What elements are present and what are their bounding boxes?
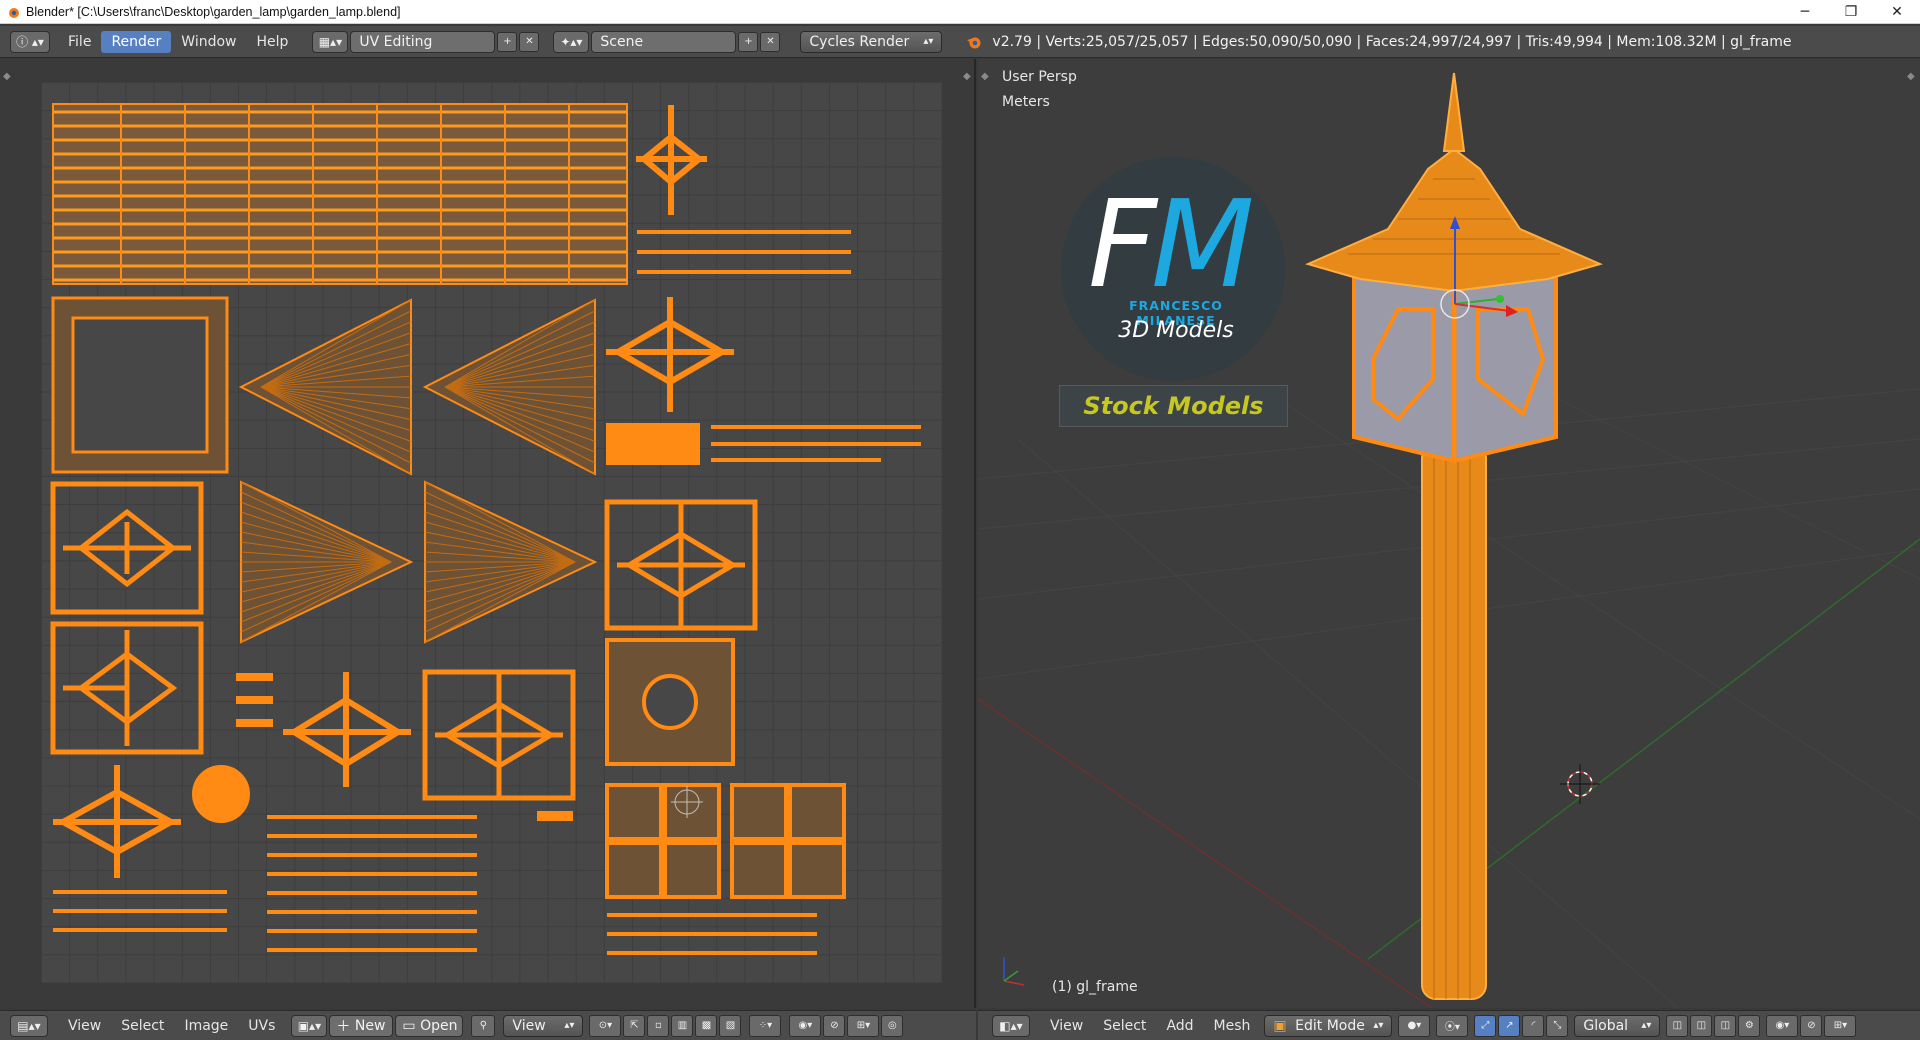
lamp-finial (1442, 72, 1466, 152)
uv-view-select[interactable]: View ▴▾ (503, 1014, 584, 1037)
logo-subtitle: 3D Models (1118, 318, 1234, 343)
region-toggle-right-icon[interactable]: ◆ (963, 71, 971, 82)
chevron-updown-icon: ▴▾ (564, 1020, 575, 1031)
translate-icon[interactable]: ↗ (1498, 1014, 1521, 1037)
blender-logo-icon (967, 37, 981, 48)
uv-menu-image[interactable]: Image (174, 1018, 238, 1034)
logo-fm: FM (1088, 176, 1255, 315)
info-header: ⓘ ▴▾ File Render Window Help ▦▴▾ UV Edit… (0, 26, 1920, 58)
window-titlebar: Blender* [C:\Users\franc\Desktop\garden_… (0, 0, 1920, 24)
island-select-icon[interactable]: ▧ (719, 1014, 742, 1037)
chevron-updown-icon: ▴▾ (923, 36, 934, 47)
add-layout-icon[interactable]: + (497, 31, 518, 52)
open-image-button[interactable]: ▭ Open (395, 1014, 464, 1037)
remove-scene-icon[interactable]: ✕ (760, 31, 781, 52)
3d-cursor-icon (1560, 764, 1600, 804)
view-axis-widget-icon (1003, 957, 1025, 986)
view-perspective-label: User Persp (1002, 69, 1077, 85)
new-image-button[interactable]: ＋ New (329, 1014, 394, 1037)
viewport-shading-icon[interactable]: ●▾ (1398, 1014, 1431, 1037)
screen-layout-field[interactable]: UV Editing (350, 30, 496, 53)
region-toggle-left-icon[interactable]: ◆ (3, 71, 11, 82)
orientation-label: Global (1583, 1017, 1629, 1034)
lamp-pole[interactable] (1421, 443, 1487, 1000)
stock-models-banner: Stock Models (1059, 385, 1288, 427)
active-object-label: (1) gl_frame (1052, 979, 1138, 995)
manipulator-toggle-icon[interactable]: ⤢ (1474, 1014, 1497, 1037)
vp-menu-mesh[interactable]: Mesh (1204, 1018, 1261, 1034)
chevron-updown-icon: ▴▾ (1641, 1020, 1652, 1031)
add-scene-icon[interactable]: + (738, 31, 759, 52)
folder-icon: ▭ (402, 1017, 421, 1034)
open-image-label: Open (420, 1017, 458, 1034)
menu-file[interactable]: File (58, 31, 101, 53)
proportional-edit-icon[interactable]: ◉▾ (1766, 1014, 1799, 1037)
transform-orientation-select[interactable]: Global ▴▾ (1574, 1014, 1661, 1037)
edge-select-icon[interactable]: ▥ (671, 1014, 694, 1037)
blender-logo-icon (9, 7, 19, 18)
menu-render[interactable]: Render (101, 30, 172, 53)
editor-type-image-icon[interactable]: ▤▴▾ (10, 1014, 48, 1037)
maximize-button[interactable]: ❐ (1828, 0, 1874, 24)
scene-field[interactable]: Scene (591, 30, 737, 53)
minimize-button[interactable]: ─ (1782, 0, 1828, 24)
rotate-icon[interactable]: ◜ (1522, 1014, 1545, 1037)
mode-label: Edit Mode (1295, 1017, 1365, 1034)
uv-menu-view[interactable]: View (58, 1018, 111, 1034)
uv-menu-uvs[interactable]: UVs (238, 1018, 285, 1034)
editor-type-info-icon[interactable]: ⓘ ▴▾ (10, 30, 50, 53)
mode-select[interactable]: ▣ Edit Mode ▴▾ (1264, 1014, 1393, 1037)
remove-layout-icon[interactable]: ✕ (519, 31, 540, 52)
pivot-point-icon[interactable]: ⦿▾ (1436, 1014, 1469, 1037)
pin-icon[interactable]: ⚲ (471, 1014, 496, 1037)
editor-type-3dview-icon[interactable]: ◧▴▾ (992, 1014, 1030, 1037)
scene-statistics: v2.79 | Verts:25,057/25,057 | Edges:50,0… (992, 33, 1792, 50)
edge-select-mode-icon[interactable]: ◫ (1690, 1014, 1713, 1037)
units-label: Meters (1002, 94, 1050, 110)
pivot-icon[interactable]: ⊙▾ (589, 1014, 622, 1037)
face-select-icon[interactable]: ▩ (695, 1014, 718, 1037)
uv-menu-select[interactable]: Select (111, 1018, 174, 1034)
uv-view-label: View (512, 1017, 546, 1034)
vertex-select-icon[interactable]: ▫ (647, 1014, 670, 1037)
limit-selection-icon[interactable]: ⚙ (1738, 1014, 1761, 1037)
vp-menu-select[interactable]: Select (1093, 1018, 1156, 1034)
render-engine-label: Cycles Render (809, 33, 910, 50)
snap-icon[interactable]: ⊘ (823, 1014, 846, 1037)
scale-icon[interactable]: ⤡ (1546, 1014, 1569, 1037)
uv-editor-footer: ▤▴▾ View Select Image UVs ▣▴▾ ＋ New ▭ Op… (0, 1010, 976, 1040)
menu-help[interactable]: Help (246, 31, 298, 53)
uv-grid[interactable] (41, 82, 942, 983)
sticky-select-icon[interactable]: ⁘▾ (749, 1014, 782, 1037)
snap-element-icon[interactable]: ⊞▾ (1824, 1014, 1857, 1037)
x-axis-line (978, 698, 1434, 1008)
scene-icon[interactable]: ✦▴▾ (553, 30, 590, 53)
vertex-select-mode-icon[interactable]: ◫ (1666, 1014, 1689, 1037)
viewport-pie-icon[interactable]: ◎ (881, 1014, 904, 1037)
plus-icon: ＋ (336, 1018, 355, 1035)
chevron-updown-icon: ▴▾ (1373, 1020, 1384, 1031)
image-browse-icon[interactable]: ▣▴▾ (291, 1014, 328, 1037)
vp-menu-view[interactable]: View (1040, 1018, 1093, 1034)
region-toggle-left-icon[interactable]: ◆ (981, 71, 989, 82)
proportional-edit-icon[interactable]: ◉▾ (789, 1014, 822, 1037)
close-button[interactable]: ✕ (1874, 0, 1920, 24)
render-engine-select[interactable]: Cycles Render ▴▾ (800, 30, 943, 53)
menu-window[interactable]: Window (171, 31, 246, 53)
screen-layout-icon[interactable]: ▦▴▾ (312, 30, 349, 53)
snap-element-icon[interactable]: ⊞▾ (847, 1014, 880, 1037)
snap-toggle-icon[interactable]: ⊘ (1800, 1014, 1823, 1037)
window-title: Blender* [C:\Users\franc\Desktop\garden_… (26, 4, 401, 19)
new-image-label: New (354, 1017, 386, 1034)
region-toggle-right-icon[interactable]: ◆ (1907, 71, 1915, 82)
sync-selection-icon[interactable]: ⇱ (623, 1014, 646, 1037)
uv-islands[interactable] (41, 82, 942, 983)
uv-image-editor[interactable]: ◆ ◆ (0, 59, 976, 1008)
edit-mode-icon: ▣ (1273, 1017, 1287, 1034)
vp-menu-add[interactable]: Add (1156, 1018, 1203, 1034)
viewport-footer: ◧▴▾ View Select Add Mesh ▣ Edit Mode ▴▾ … (978, 1010, 1920, 1040)
face-select-mode-icon[interactable]: ◫ (1714, 1014, 1737, 1037)
